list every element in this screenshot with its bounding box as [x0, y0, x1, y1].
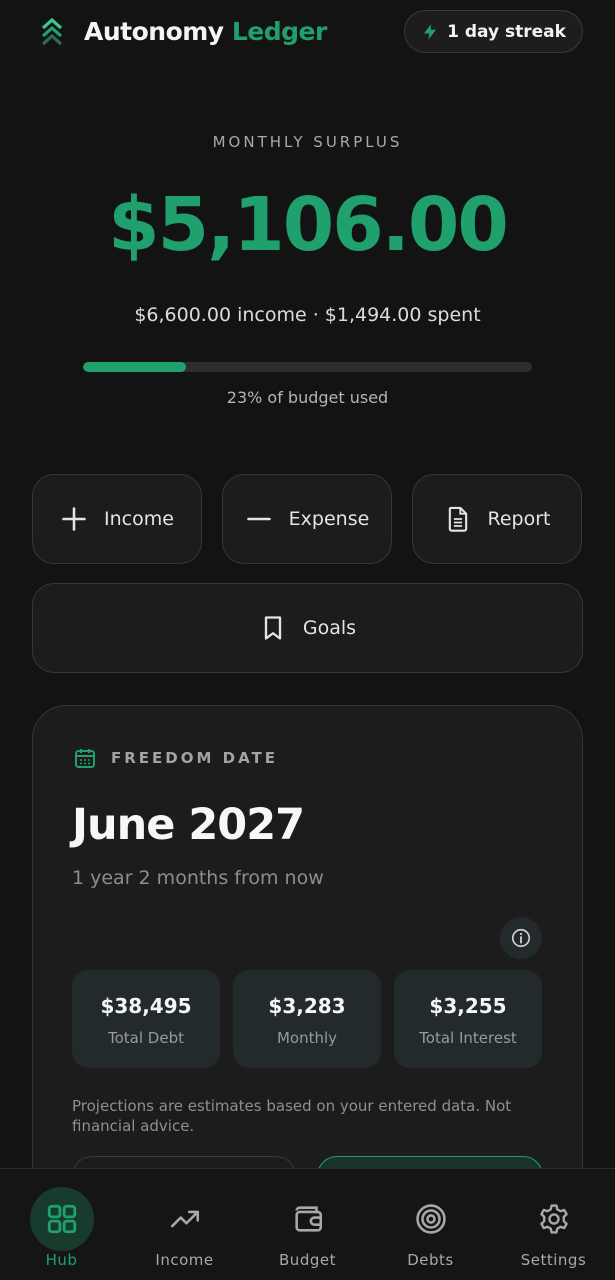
lightning-icon: [424, 24, 437, 39]
plus-icon: [62, 507, 86, 531]
income-spent-summary: $6,600.00 income · $1,494.00 spent: [134, 304, 481, 326]
surplus-label: MONTHLY SURPLUS: [212, 133, 403, 151]
info-icon: [511, 928, 531, 948]
tab-budget[interactable]: Budget: [246, 1169, 369, 1280]
report-button[interactable]: Report: [412, 474, 582, 564]
stat-label: Monthly: [276, 1029, 338, 1047]
tab-income[interactable]: Income: [123, 1169, 246, 1280]
freedom-date-value: June 2027: [72, 800, 305, 850]
info-button[interactable]: [500, 917, 542, 959]
app-name-primary: Autonomy: [84, 17, 224, 46]
tab-label: Budget: [279, 1251, 336, 1269]
add-expense-label: Expense: [288, 508, 370, 530]
budget-used-text: 23% of budget used: [226, 388, 389, 407]
tab-label: Hub: [45, 1251, 78, 1269]
tab-label: Debts: [407, 1251, 454, 1269]
tab-hub[interactable]: Hub: [0, 1169, 123, 1280]
goals-button[interactable]: Goals: [32, 583, 583, 673]
tab-settings[interactable]: Settings: [492, 1169, 615, 1280]
freedom-card-header: FREEDOM DATE: [73, 746, 278, 770]
streak-label: 1 day streak: [447, 21, 566, 42]
stat-total-debt: $38,495 Total Debt: [72, 970, 220, 1068]
stat-value: $38,495: [100, 994, 192, 1018]
tab-debts[interactable]: Debts: [369, 1169, 492, 1280]
report-label: Report: [487, 508, 551, 530]
surplus-amount: $5,106.00: [108, 182, 509, 268]
freedom-card-heading: FREEDOM DATE: [111, 749, 279, 767]
app-header: Autonomy Ledger 1 day streak: [0, 0, 615, 70]
tab-label: Settings: [520, 1251, 587, 1269]
app-name-accent: Ledger: [231, 17, 327, 46]
streak-badge[interactable]: 1 day streak: [404, 10, 583, 53]
gear-icon: [539, 1204, 568, 1234]
bottom-tab-bar: Hub Income Budget Debts Settings: [0, 1168, 615, 1280]
stat-label: Total Interest: [419, 1029, 517, 1047]
bookmark-icon: [264, 616, 282, 640]
stat-value: $3,283: [268, 994, 346, 1018]
budget-progress-bar: [83, 362, 532, 372]
wallet-icon: [294, 1206, 322, 1232]
freedom-date-relative: 1 year 2 months from now: [72, 867, 324, 889]
stat-total-interest: $3,255 Total Interest: [394, 970, 542, 1068]
add-expense-button[interactable]: Expense: [222, 474, 392, 564]
stat-value: $3,255: [429, 994, 507, 1018]
calendar-icon: [75, 749, 95, 768]
add-income-label: Income: [104, 508, 174, 530]
grid-icon: [47, 1204, 76, 1234]
freedom-date-card: FREEDOM DATE June 2027 1 year 2 months f…: [32, 705, 583, 1225]
goals-label: Goals: [302, 617, 357, 639]
stat-monthly: $3,283 Monthly: [233, 970, 381, 1068]
document-icon: [448, 506, 467, 532]
app-name: Autonomy Ledger: [84, 17, 327, 46]
chevrons-up-icon: [41, 17, 63, 46]
trending-up-icon: [170, 1210, 199, 1228]
stat-label: Total Debt: [108, 1029, 184, 1047]
budget-progress-fill: [83, 362, 187, 372]
add-income-button[interactable]: Income: [32, 474, 202, 564]
tab-label: Income: [155, 1251, 214, 1269]
projection-disclaimer: Projections are estimates based on your …: [72, 1097, 512, 1135]
minus-icon: [246, 517, 271, 521]
target-icon: [415, 1204, 446, 1234]
